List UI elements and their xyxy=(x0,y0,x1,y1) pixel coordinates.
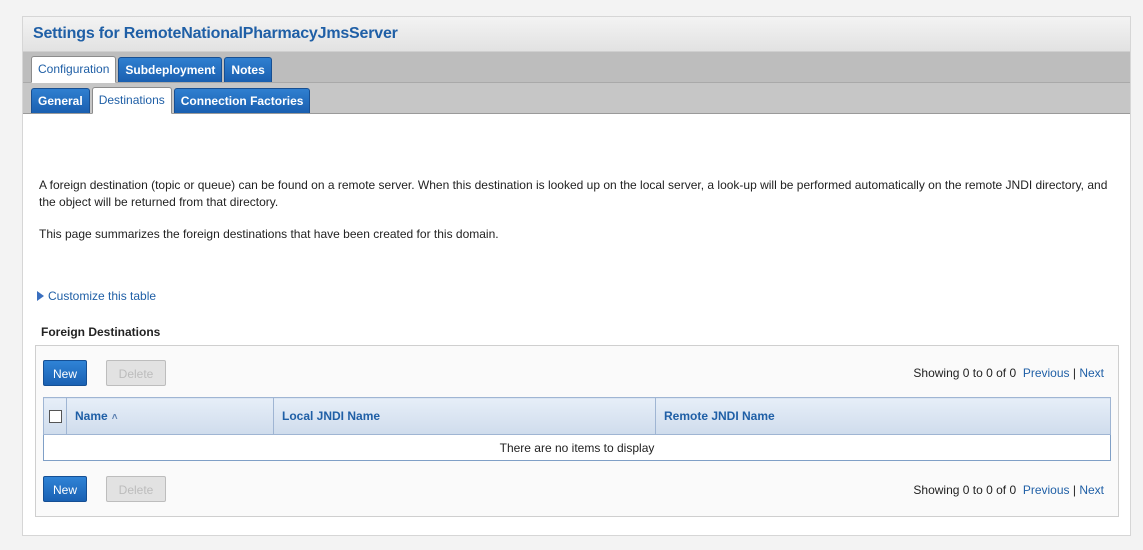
new-button-top[interactable]: New xyxy=(43,360,87,386)
table-title: Foreign Destinations xyxy=(41,325,161,339)
page-description: A foreign destination (topic or queue) c… xyxy=(39,177,1119,258)
next-link[interactable]: Next xyxy=(1079,366,1104,380)
select-all-checkbox[interactable] xyxy=(48,410,62,424)
paging-status: Showing 0 to 0 of 0 xyxy=(913,366,1017,380)
expand-triangle-icon xyxy=(37,291,44,301)
tab-notes[interactable]: Notes xyxy=(224,57,272,82)
tab-subdeployment[interactable]: Subdeployment xyxy=(118,57,223,82)
foreign-destinations-table-container: New Delete Showing 0 to 0 of 0 Previous … xyxy=(35,345,1119,517)
column-header-local-jndi[interactable]: Local JNDI Name xyxy=(273,397,656,435)
new-button-bottom[interactable]: New xyxy=(43,476,87,502)
title-bar: Settings for RemoteNationalPharmacyJmsSe… xyxy=(23,17,1130,52)
empty-table-row: There are no items to display xyxy=(43,434,1111,461)
previous-link-bottom[interactable]: Previous xyxy=(1023,483,1070,497)
next-link-bottom[interactable]: Next xyxy=(1079,483,1104,497)
previous-link[interactable]: Previous xyxy=(1023,366,1070,380)
description-paragraph-1: A foreign destination (topic or queue) c… xyxy=(39,178,1108,209)
primary-tab-bar: Configuration Subdeployment Notes xyxy=(23,52,1130,83)
delete-button-bottom: Delete xyxy=(106,476,166,502)
tab-configuration[interactable]: Configuration xyxy=(31,56,117,83)
secondary-tab-bar: General Destinations Connection Factorie… xyxy=(23,83,1130,114)
tab-destinations[interactable]: Destinations xyxy=(91,87,172,114)
paging-status-bottom: Showing 0 to 0 of 0 xyxy=(913,483,1017,497)
column-header-remote-jndi[interactable]: Remote JNDI Name xyxy=(655,397,1111,435)
tab-general[interactable]: General xyxy=(31,88,90,113)
paging-separator-bottom: | xyxy=(1072,483,1076,497)
column-header-name[interactable]: Name ˄ xyxy=(66,397,274,435)
customize-table-label: Customize this table xyxy=(48,289,157,303)
empty-table-message: There are no items to display xyxy=(43,434,1111,461)
tab-connection-factories[interactable]: Connection Factories xyxy=(173,88,311,113)
customize-table-link[interactable]: Customize this table xyxy=(37,289,156,303)
paging-separator: | xyxy=(1072,366,1076,380)
delete-button-top: Delete xyxy=(106,360,166,386)
description-paragraph-2: This page summarizes the foreign destina… xyxy=(39,227,499,241)
paging-top: Showing 0 to 0 of 0 Previous | Next xyxy=(913,366,1104,380)
settings-panel: Settings for RemoteNationalPharmacyJmsSe… xyxy=(22,16,1131,536)
table-header-row: Name ˄ Local JNDI Name Remote JNDI Name xyxy=(43,397,1111,435)
page-title: Settings for RemoteNationalPharmacyJmsSe… xyxy=(33,25,398,42)
foreign-destinations-table: Name ˄ Local JNDI Name Remote JNDI Name T… xyxy=(43,397,1111,461)
sort-ascending-icon: ˄ xyxy=(111,412,118,423)
paging-bottom: Showing 0 to 0 of 0 Previous | Next xyxy=(913,483,1104,497)
select-all-header xyxy=(43,397,67,435)
column-name-label: Name xyxy=(75,409,108,423)
